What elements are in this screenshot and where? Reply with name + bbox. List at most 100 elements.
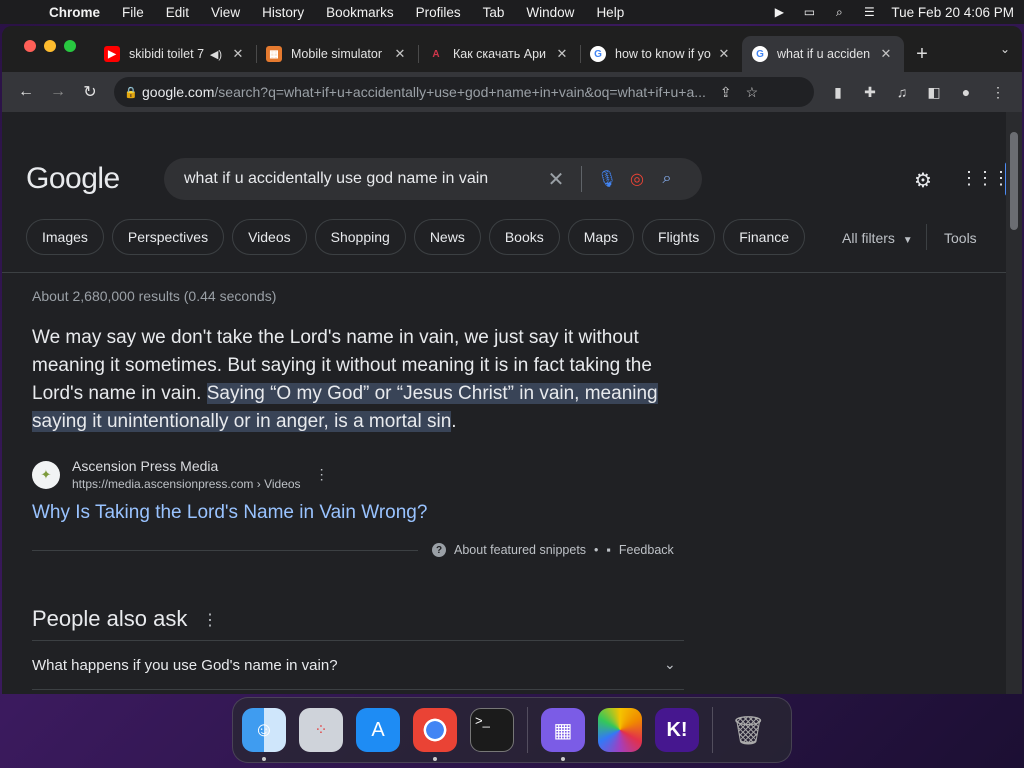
address-bar[interactable]: 🔒 google.com /search?q=what+if+u+acciden… — [114, 77, 814, 107]
tools-button[interactable]: Tools — [944, 230, 977, 246]
menu-view[interactable]: View — [200, 5, 251, 20]
chip-books[interactable]: Books — [488, 219, 560, 255]
feedback-link[interactable]: Feedback — [619, 543, 674, 557]
screen-mirror-icon[interactable]: ▭ — [801, 5, 817, 19]
minimize-window-button[interactable] — [44, 40, 56, 52]
about-snippets-link[interactable]: About featured snippets — [454, 543, 586, 557]
clear-search-icon[interactable]: ✕ — [541, 167, 571, 192]
spotlight-search-icon[interactable]: ⌕ — [831, 5, 847, 19]
menu-profiles[interactable]: Profiles — [405, 5, 472, 20]
search-box-divider — [581, 166, 582, 192]
google-apps-grid-icon[interactable]: ⋮⋮⋮ — [960, 168, 1010, 189]
photos-icon[interactable] — [598, 708, 642, 752]
vertical-scrollbar[interactable] — [1006, 112, 1022, 694]
settings-gear-icon[interactable]: ⚙ — [914, 168, 932, 193]
share-icon[interactable]: ⇪ — [720, 84, 732, 101]
finder-icon[interactable]: ☺ — [242, 708, 286, 761]
tab-title: skibidi toilet 7 — [129, 47, 205, 61]
tab-title: Mobile simulator — [291, 47, 383, 61]
microphone-icon[interactable]: 🎙 — [592, 169, 622, 189]
snippet-source[interactable]: ✦ Ascension Press Media https://media.as… — [32, 458, 329, 491]
paa-divider — [32, 640, 684, 641]
result-title-link[interactable]: Why Is Taking the Lord's Name in Vain Wr… — [32, 502, 427, 524]
ascension-press-icon: ✦ — [32, 460, 60, 489]
back-button[interactable]: ← — [10, 83, 42, 101]
tab-how-to-know[interactable]: G how to know if yo ✕ — [580, 36, 742, 72]
play-icon[interactable]: ▶ — [771, 5, 787, 19]
featured-snippet-text[interactable]: We may say we don't take the Lord's name… — [32, 324, 692, 436]
chip-videos[interactable]: Videos — [232, 219, 307, 255]
scrollbar-thumb[interactable] — [1010, 132, 1018, 230]
chip-images[interactable]: Images — [26, 219, 104, 255]
dock-divider — [712, 707, 713, 753]
zoom-window-button[interactable] — [64, 40, 76, 52]
tab-skibidi[interactable]: ▶ skibidi toilet 7 ◀) ✕ — [94, 36, 256, 72]
close-window-button[interactable] — [24, 40, 36, 52]
chip-finance[interactable]: Finance — [723, 219, 806, 255]
menu-help[interactable]: Help — [585, 5, 635, 20]
speaker-icon[interactable]: ◀) — [210, 48, 222, 61]
source-url: https://media.ascensionpress.com › Video… — [72, 477, 301, 491]
side-panel-icon[interactable]: ◧ — [918, 84, 950, 101]
menu-window[interactable]: Window — [515, 5, 585, 20]
chevron-down-icon[interactable]: ⌄ — [664, 656, 676, 673]
paa-question[interactable]: What happens if you use God's name in va… — [32, 657, 338, 674]
tab-aristocrat[interactable]: A Как скачать Ари ✕ — [418, 36, 580, 72]
menu-edit[interactable]: Edit — [155, 5, 200, 20]
extensions-puzzle-icon[interactable]: ✚ — [854, 84, 886, 101]
menu-history[interactable]: History — [251, 5, 315, 20]
chip-news[interactable]: News — [413, 219, 481, 255]
close-tab-icon[interactable]: ✕ — [878, 46, 894, 62]
chip-shopping[interactable]: Shopping — [314, 219, 406, 255]
paa-more-options-icon[interactable]: ⋮ — [202, 610, 218, 630]
search-box[interactable]: what if u accidentally use god name in v… — [164, 158, 702, 200]
filters-divider — [926, 224, 927, 250]
forward-button[interactable]: → — [42, 83, 74, 101]
chrome-icon[interactable] — [413, 708, 457, 761]
bookmark-star-icon[interactable]: ☆ — [746, 84, 759, 101]
media-controls-icon[interactable]: ♫ — [886, 84, 918, 100]
google-icon: G — [590, 46, 606, 62]
all-filters-dropdown[interactable]: All filters ▼ — [842, 230, 913, 246]
people-also-ask-heading: People also ask — [32, 606, 188, 631]
menu-app-name[interactable]: Chrome — [38, 5, 111, 20]
search-input[interactable]: what if u accidentally use god name in v… — [184, 170, 541, 188]
menubar-clock[interactable]: Tue Feb 20 4:06 PM — [891, 5, 1014, 20]
reload-button[interactable]: ↻ — [74, 82, 106, 102]
tab-mobile-simulator[interactable]: ▦ Mobile simulator ✕ — [256, 36, 418, 72]
chrome-menu-icon[interactable]: ⋮ — [982, 84, 1014, 101]
menu-tab[interactable]: Tab — [472, 5, 516, 20]
kahoot-icon[interactable]: K! — [655, 708, 699, 752]
tab-strip: ▶ skibidi toilet 7 ◀) ✕ ▦ Mobile simulat… — [2, 26, 1022, 72]
google-logo[interactable]: Google — [26, 162, 120, 196]
lock-icon[interactable]: 🔒 — [124, 86, 142, 99]
caret-down-icon: ▼ — [902, 235, 913, 246]
tab-search-chevron-icon[interactable]: ⌄ — [1000, 42, 1010, 56]
launchpad-icon[interactable]: ⁘ — [299, 708, 343, 752]
extension-docs-icon[interactable]: ▮ — [822, 84, 854, 101]
trash-icon[interactable]: 🗑 — [726, 708, 770, 752]
close-tab-icon[interactable]: ✕ — [716, 46, 732, 62]
terminal-icon[interactable]: >_ — [470, 708, 514, 752]
control-center-icon[interactable]: ☰ — [861, 5, 877, 19]
search-icon[interactable]: ⌕ — [652, 170, 682, 188]
lens-camera-icon[interactable]: ◎ — [622, 169, 652, 189]
app-store-icon[interactable]: A — [356, 708, 400, 752]
new-tab-button[interactable]: + — [904, 36, 940, 72]
feedback-icon: ▪ — [606, 543, 611, 557]
menu-file[interactable]: File — [111, 5, 155, 20]
castle-app-icon[interactable]: ▦ — [541, 708, 585, 761]
close-tab-icon[interactable]: ✕ — [230, 46, 246, 62]
profile-avatar-icon[interactable]: ● — [950, 84, 982, 100]
chip-maps[interactable]: Maps — [567, 219, 634, 255]
result-more-options-icon[interactable]: ⋮ — [315, 466, 329, 483]
chip-flights[interactable]: Flights — [641, 219, 716, 255]
close-tab-icon[interactable]: ✕ — [554, 46, 570, 62]
chip-perspectives[interactable]: Perspectives — [111, 219, 225, 255]
snippet-end: . — [451, 411, 457, 432]
menu-bookmarks[interactable]: Bookmarks — [315, 5, 405, 20]
header-divider — [2, 272, 1006, 273]
close-tab-icon[interactable]: ✕ — [392, 46, 408, 62]
tab-what-if-active[interactable]: G what if u acciden ✕ — [742, 36, 904, 72]
mobile-simulator-icon: ▦ — [266, 46, 282, 62]
